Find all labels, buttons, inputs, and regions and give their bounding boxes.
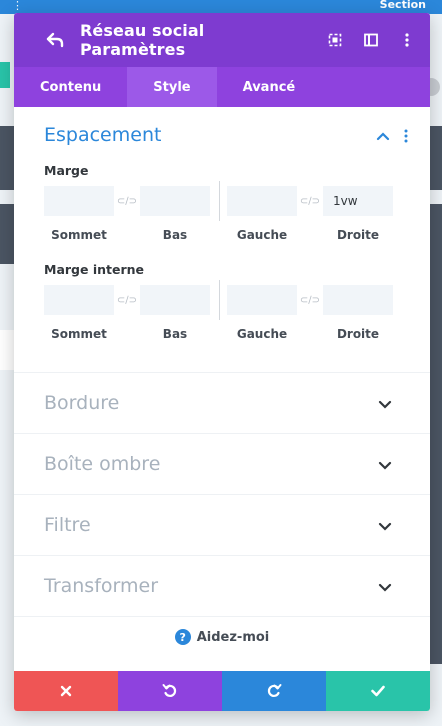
check-icon	[371, 685, 385, 697]
tab-style[interactable]: Style	[127, 67, 217, 107]
margin-top-label: Sommet	[51, 228, 107, 242]
undo-button[interactable]	[118, 671, 222, 711]
modal-title: Réseau social Paramètres	[80, 21, 205, 59]
tab-bar: Contenu Style Avancé	[14, 67, 430, 107]
padding-bottom-input[interactable]	[140, 285, 210, 315]
section-boite-ombre[interactable]: Boîte ombre	[14, 434, 430, 495]
sidebar-icon[interactable]	[362, 31, 380, 49]
redo-icon	[267, 684, 282, 698]
background-green-strip	[0, 62, 10, 88]
margin-row: ⊂∕⊃ ⊂∕⊃	[44, 181, 408, 221]
background-dark-strip	[0, 126, 14, 190]
section-more-icon[interactable]	[404, 128, 408, 143]
spacing-section-title: Espacement	[44, 124, 162, 146]
link-icon[interactable]: ⊂∕⊃	[114, 196, 140, 207]
margin-bottom-label: Bas	[162, 228, 188, 242]
margin-right-input[interactable]	[323, 186, 393, 216]
background-white-strip	[0, 330, 14, 370]
margin-label: Marge	[44, 163, 89, 178]
link-icon[interactable]: ⊂∕⊃	[114, 295, 140, 306]
margin-left-input[interactable]	[227, 186, 297, 216]
padding-left-label: Gauche	[236, 327, 288, 341]
background-dark-strip	[430, 204, 442, 664]
padding-bottom-label: Bas	[162, 327, 188, 341]
chevron-down-icon[interactable]	[378, 396, 392, 410]
chevron-down-icon[interactable]	[378, 457, 392, 471]
section-bordure[interactable]: Bordure	[14, 373, 430, 434]
margin-right-label: Droite	[336, 228, 380, 242]
padding-top-input[interactable]	[44, 285, 114, 315]
divider	[219, 280, 220, 320]
link-icon[interactable]: ⊂∕⊃	[297, 295, 323, 306]
undo-icon	[162, 684, 177, 698]
section-transformer-title: Transformer	[44, 575, 159, 597]
tab-avance[interactable]: Avancé	[217, 67, 322, 107]
divider	[219, 181, 220, 221]
help-icon: ?	[174, 629, 191, 645]
help-link[interactable]: ? Aidez-moi	[14, 617, 430, 657]
padding-right-input[interactable]	[323, 285, 393, 315]
margin-bottom-input[interactable]	[140, 186, 210, 216]
section-bordure-title: Bordure	[44, 392, 120, 414]
padding-left-input[interactable]	[227, 285, 297, 315]
cancel-button[interactable]	[14, 671, 118, 711]
section-filtre[interactable]: Filtre	[14, 495, 430, 556]
settings-modal: Réseau social Paramètres Contenu Style A…	[14, 13, 430, 711]
background-more-icon: ⋮	[12, 0, 23, 12]
margin-left-label: Gauche	[236, 228, 288, 242]
cancel-icon	[60, 685, 72, 697]
padding-right-label: Droite	[336, 327, 380, 341]
tab-contenu[interactable]: Contenu	[14, 67, 127, 107]
modal-footer	[14, 671, 430, 711]
padding-top-label: Sommet	[51, 327, 107, 341]
padding-row: ⊂∕⊃ ⊂∕⊃	[44, 280, 408, 320]
help-label: Aidez-moi	[196, 629, 270, 645]
back-icon[interactable]	[46, 29, 68, 51]
link-icon[interactable]: ⊂∕⊃	[297, 196, 323, 207]
section-boite-ombre-title: Boîte ombre	[44, 453, 161, 475]
background-section-label: Section	[379, 0, 426, 11]
more-icon[interactable]	[398, 31, 416, 49]
section-transformer[interactable]: Transformer	[14, 556, 430, 617]
margin-top-input[interactable]	[44, 186, 114, 216]
section-filtre-title: Filtre	[44, 514, 91, 536]
padding-label: Marge interne	[44, 262, 144, 277]
spacing-section: Espacement Marge ⊂∕⊃ ⊂∕⊃ 1vw Sommet Bas …	[14, 107, 430, 373]
expand-icon[interactable]	[326, 31, 344, 49]
redo-button[interactable]	[222, 671, 326, 711]
chevron-down-icon[interactable]	[378, 579, 392, 593]
save-button[interactable]	[326, 671, 430, 711]
background-dark-strip	[430, 126, 442, 190]
chevron-down-icon[interactable]	[378, 518, 392, 532]
margin-sub-labels: Sommet Bas Gauche Droite	[44, 228, 408, 242]
modal-content: Espacement Marge ⊂∕⊃ ⊂∕⊃ 1vw Sommet Bas …	[14, 107, 430, 657]
background-dark-strip	[0, 204, 14, 264]
modal-header: Réseau social Paramètres	[14, 13, 430, 67]
padding-sub-labels: Sommet Bas Gauche Droite	[44, 327, 408, 341]
spacing-section-header[interactable]: Espacement	[44, 123, 408, 147]
chevron-up-icon[interactable]	[376, 128, 390, 142]
background-section-bar: ⋮ Section	[0, 0, 442, 14]
